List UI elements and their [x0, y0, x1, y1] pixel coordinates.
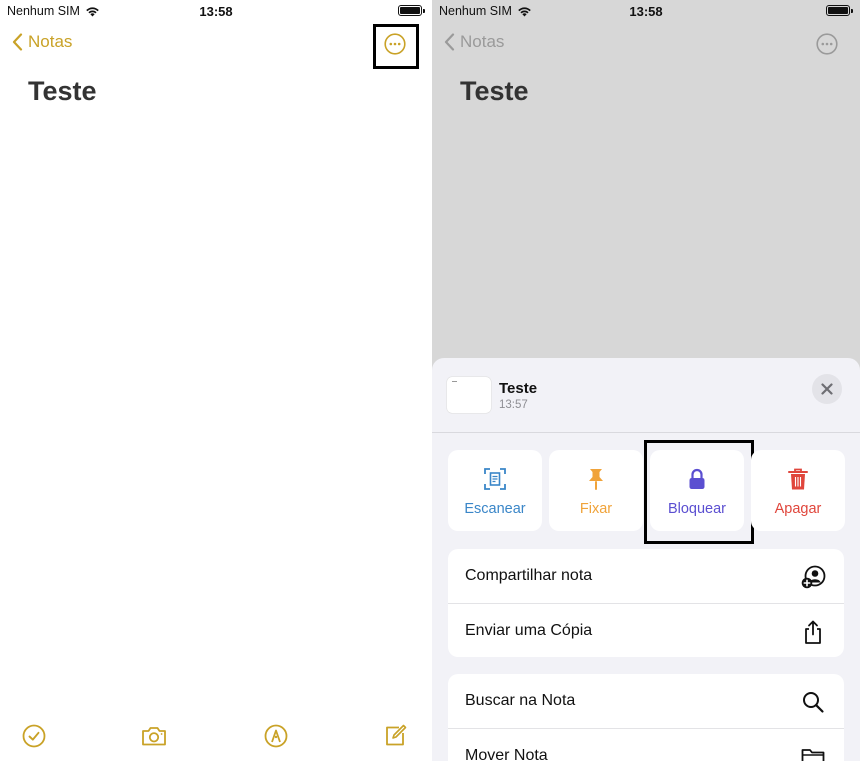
send-copy-label: Enviar uma Cópia — [465, 621, 593, 639]
move-note-label: Mover Nota — [465, 746, 548, 761]
highlight-box-more — [373, 24, 419, 69]
close-icon — [821, 383, 833, 395]
chevron-left-icon — [12, 33, 23, 51]
actions-sheet: Teste 13:57 Escanear Fixar Bloquear Apag… — [432, 358, 860, 761]
folder-icon — [801, 749, 825, 761]
back-button[interactable]: Notas — [12, 32, 72, 52]
delete-button[interactable]: Apagar — [751, 450, 845, 531]
battery-icon — [398, 5, 425, 16]
highlight-box-lock — [644, 440, 754, 544]
move-note-row[interactable]: Mover Nota — [448, 728, 844, 761]
pin-label: Fixar — [579, 501, 613, 517]
sheet-note-time: 13:57 — [499, 399, 528, 411]
scan-button[interactable]: Escanear — [448, 450, 542, 531]
chevron-left-icon — [444, 33, 455, 51]
status-bar: Nenhum SIM 13:58 — [432, 0, 860, 24]
delete-label: Apagar — [774, 501, 822, 517]
sheet-header: Teste 13:57 — [432, 358, 860, 433]
share-note-label: Compartilhar nota — [465, 567, 593, 584]
back-label: Notas — [460, 32, 505, 51]
notes-screen: Nenhum SIM 13:58 Notas Teste — [0, 0, 432, 761]
markup-icon[interactable] — [263, 723, 289, 749]
status-bar: Nenhum SIM 13:58 — [0, 0, 432, 24]
note-title[interactable]: Teste — [28, 76, 97, 107]
note-tools-group: Buscar na Nota Mover Nota — [448, 674, 844, 761]
scan-icon — [484, 468, 506, 490]
camera-icon[interactable] — [140, 723, 168, 749]
back-label: Notas — [28, 32, 73, 51]
sheet-note-title: Teste — [499, 380, 538, 397]
back-button: Notas — [444, 32, 504, 52]
close-button[interactable] — [812, 374, 842, 404]
status-time: 13:58 — [199, 4, 233, 19]
share-icon — [805, 620, 821, 644]
note-thumbnail — [447, 377, 491, 413]
compose-icon[interactable] — [382, 723, 408, 749]
more-options-icon — [816, 33, 838, 55]
status-time: 13:58 — [629, 4, 663, 19]
pin-button[interactable]: Fixar — [549, 450, 643, 531]
find-in-note-label: Buscar na Nota — [465, 692, 576, 709]
add-person-icon — [801, 565, 826, 589]
search-icon — [803, 692, 824, 713]
find-in-note-row[interactable]: Buscar na Nota — [448, 674, 844, 728]
trash-icon — [788, 468, 808, 490]
bottom-toolbar — [0, 723, 432, 753]
battery-icon — [826, 5, 853, 16]
pin-icon — [589, 469, 603, 490]
notes-screen-with-menu: Nenhum SIM 13:58 Notas Teste Teste 13:57 — [432, 0, 860, 761]
checklist-icon[interactable] — [21, 723, 47, 749]
note-title: Teste — [460, 76, 529, 106]
send-copy-row[interactable]: Enviar uma Cópia — [448, 603, 844, 657]
scan-label: Escanear — [464, 501, 526, 517]
share-options-group: Compartilhar nota Enviar uma Cópia — [448, 549, 844, 657]
share-note-row[interactable]: Compartilhar nota — [448, 549, 844, 603]
